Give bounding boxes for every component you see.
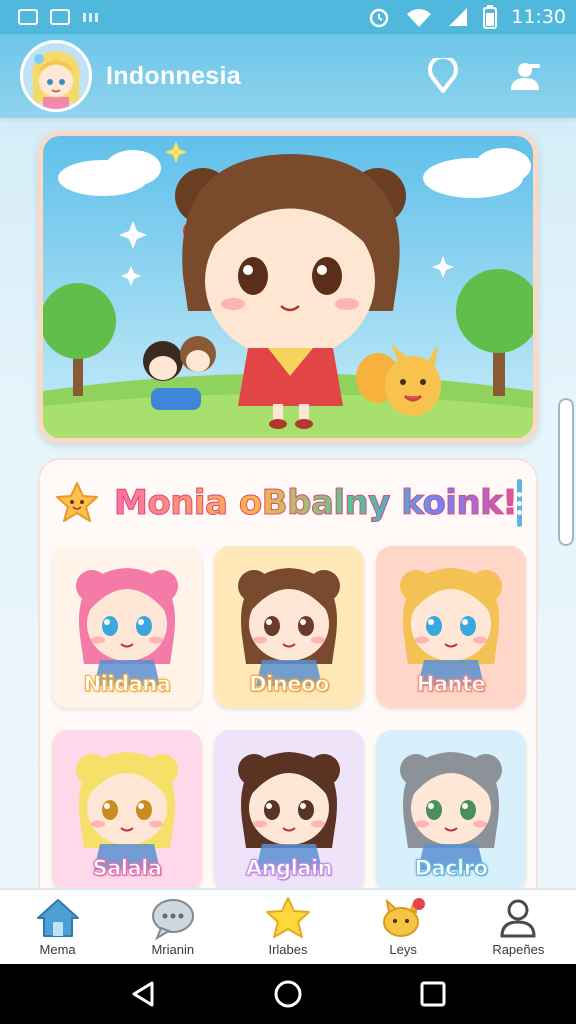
star-mascot-icon (56, 482, 98, 522)
character-name: Salala (92, 856, 163, 881)
character-card[interactable]: Niidana (52, 546, 202, 708)
bottom-nav: Mema Mrianin Irlabes Leys Rapeñes (0, 888, 576, 964)
system-nav-bar (0, 964, 576, 1024)
character-card[interactable]: Dineoo (214, 546, 364, 708)
star-icon (265, 897, 310, 938)
home-circle-icon[interactable] (273, 979, 303, 1009)
character-card[interactable]: Anglain (214, 730, 364, 892)
more-dots-icon (517, 491, 523, 497)
character-name: Hante (416, 672, 486, 697)
more-options-button[interactable] (517, 479, 523, 527)
wifi-icon (407, 9, 432, 27)
character-card[interactable]: Hante (376, 546, 526, 708)
section-header: Monia oBbalny koink! (40, 460, 536, 546)
chat-icon (151, 899, 194, 940)
nav-item-favorites[interactable]: Irlabes (238, 896, 338, 957)
signal-text-icon (83, 13, 98, 22)
status-time: 11:30 (511, 6, 566, 28)
character-name: Dineoo (249, 672, 330, 697)
profile-icon (511, 63, 540, 90)
image-icon (18, 9, 38, 25)
app-header: Indonnesia (0, 34, 576, 118)
nav-label: Mema (39, 942, 76, 957)
nav-label: Leys (389, 942, 417, 957)
app-title: Indonnesia (106, 61, 241, 90)
hero-banner[interactable] (38, 131, 538, 443)
avatar[interactable] (20, 40, 92, 112)
nav-item-pets[interactable]: Leys (353, 896, 453, 957)
cell-signal-icon (449, 8, 468, 26)
battery-icon (483, 5, 498, 29)
hero-illustration (43, 136, 533, 438)
back-icon[interactable] (128, 979, 158, 1009)
alarm-icon (369, 8, 389, 28)
status-bar: 11:30 (0, 0, 576, 34)
character-name: Daclro (414, 856, 489, 881)
character-grid: Niidana Dineoo Hante Salala Anglain Dacl… (52, 546, 528, 892)
nav-label: Mrianin (151, 942, 195, 957)
home-icon (36, 899, 79, 937)
section-title: Monia oBbalny koink! (113, 483, 518, 524)
character-card[interactable]: Daclro (376, 730, 526, 892)
nav-item-profile[interactable]: Rapeñes (468, 896, 568, 957)
nav-label: Rapeñes (492, 942, 545, 957)
user-icon (500, 899, 536, 938)
message-icon (50, 9, 70, 25)
nav-item-chat[interactable]: Mrianin (123, 896, 223, 957)
scrollbar[interactable] (558, 398, 574, 546)
location-button[interactable] (424, 57, 462, 95)
character-name: Anglain (245, 856, 333, 881)
nav-label: Irlabes (268, 942, 308, 957)
nav-item-home[interactable]: Mema (8, 896, 108, 957)
character-section: Monia oBbalny koink! Niidana Dineoo Hant… (38, 458, 538, 898)
recents-icon[interactable] (418, 979, 448, 1009)
profile-button[interactable] (506, 57, 544, 95)
character-card[interactable]: Salala (52, 730, 202, 892)
location-pin-icon (428, 58, 458, 93)
pet-icon (383, 898, 426, 937)
character-name: Niidana (83, 672, 171, 697)
